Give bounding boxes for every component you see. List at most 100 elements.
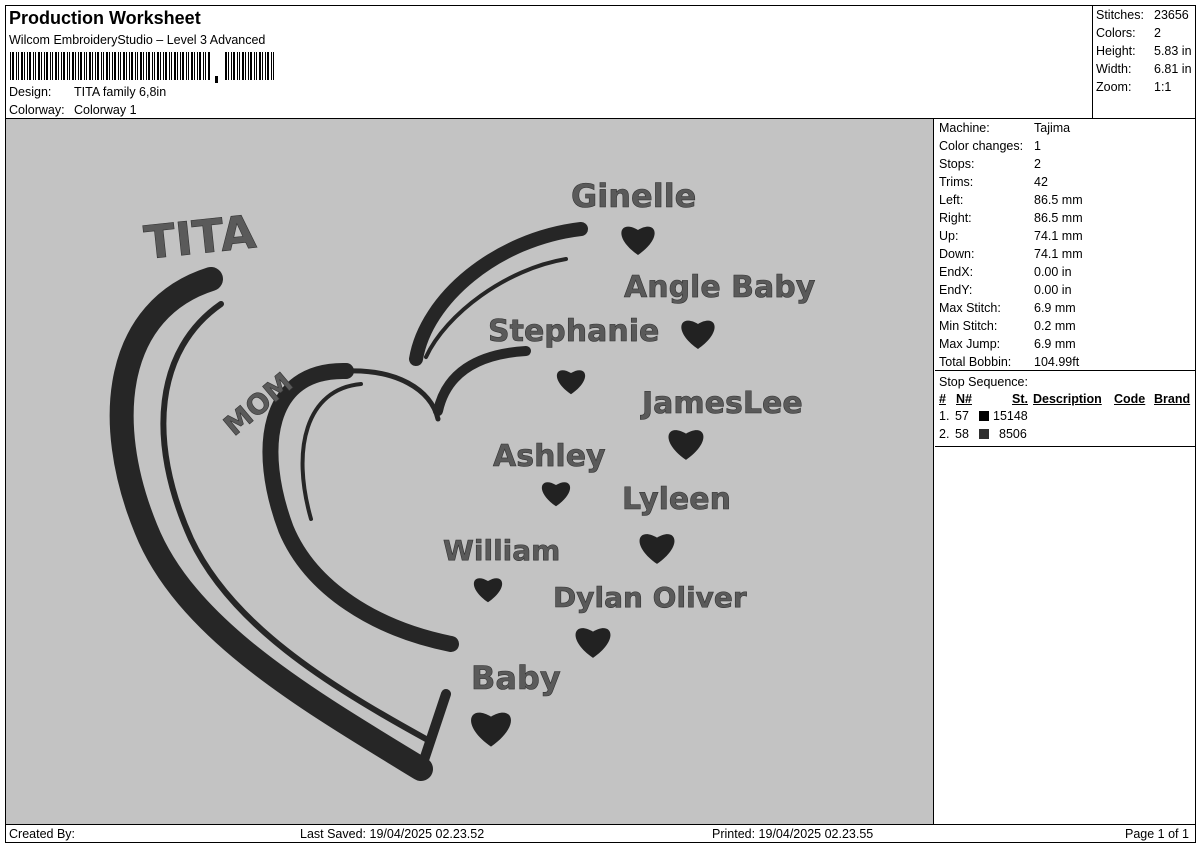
design-name-3: Stephanie [488, 314, 659, 349]
design-stats: Stitches: 23656 Colors: 2 Height: 5.83 in W… [1092, 6, 1197, 119]
stat-width: Width: 6.81 in [1096, 62, 1192, 76]
stat-zoom: Zoom: 1:1 [1096, 80, 1172, 94]
barcode-bar [137, 52, 138, 80]
barcode-bar [103, 52, 104, 80]
col-index: # [939, 392, 946, 406]
barcode-bar [80, 52, 82, 80]
stat-stitches: Stitches: 23656 [1096, 8, 1189, 22]
barcode-bar [109, 52, 110, 80]
barcode-bar [250, 52, 252, 80]
heart-icon [668, 430, 704, 460]
machine-row: EndX: 0.00 in [939, 265, 1072, 279]
barcode-bar [33, 52, 34, 80]
machine-row: Trims: 42 [939, 175, 1048, 189]
col-stitches: St. [1012, 392, 1028, 406]
heart-icon [556, 370, 586, 395]
colorway-label: Colorway: [9, 103, 65, 117]
barcode-bar [228, 52, 229, 80]
barcode-bar [97, 52, 99, 80]
worksheet-header: Production Worksheet Wilcom EmbroiderySt… [5, 5, 1197, 119]
barcode-bar [69, 52, 70, 80]
barcode-bar [118, 52, 119, 80]
barcode-bar [245, 52, 246, 80]
barcode-bar [95, 52, 96, 80]
stat-height: Height: 5.83 in [1096, 44, 1192, 58]
design-name-6: Lyleen [622, 482, 731, 517]
barcode-bar [239, 52, 240, 80]
heart-outer-stroke [109, 267, 433, 781]
barcode-bar [237, 52, 238, 80]
barcode-bar [169, 52, 170, 80]
barcode-bar [16, 52, 17, 80]
barcode-bar [67, 52, 68, 80]
design-name-2: Angle Baby [624, 270, 816, 305]
barcode-bar [84, 52, 85, 80]
heart-icon [621, 226, 655, 255]
heart-icon [639, 534, 675, 564]
color-swatch [979, 429, 989, 439]
heart-icon [473, 578, 503, 603]
barcode-bar [46, 52, 48, 80]
design-name-1: Ginelle [571, 177, 696, 215]
barcode-bar [225, 52, 227, 80]
col-needle: N# [956, 392, 972, 406]
design-preview: TITA MOM Ginelle Angle Baby Stephanie Ja… [6, 119, 934, 824]
barcode-bar [78, 52, 79, 80]
divider [935, 446, 1195, 447]
barcode-bar [157, 52, 159, 80]
barcode-bar [152, 52, 153, 80]
barcode-bar [191, 52, 193, 80]
barcode-bar [254, 52, 255, 80]
stop-sequence-title: Stop Sequence: [939, 375, 1028, 389]
barcode-bar [203, 52, 204, 80]
barcode-bar [171, 52, 172, 80]
barcode-bar [267, 52, 269, 80]
barcode-bar [265, 52, 266, 80]
barcode-bar [165, 52, 167, 80]
barcode-bar [208, 52, 210, 80]
worksheet-body: TITA MOM Ginelle Angle Baby Stephanie Ja… [5, 118, 1196, 825]
embroidery-design: TITA MOM Ginelle Angle Baby Stephanie Ja… [109, 177, 816, 781]
barcode-bar [148, 52, 150, 80]
barcode-bar [262, 52, 263, 80]
barcode-bar [41, 52, 42, 80]
barcode-bar [154, 52, 155, 80]
barcode-bar [248, 52, 249, 80]
worksheet-footer: Created By: Last Saved: 19/04/2025 02.23… [5, 825, 1196, 843]
barcode-bar [50, 52, 51, 80]
design-name-8: Dylan Oliver [553, 581, 747, 614]
machine-row: Total Bobbin: 104.99ft [939, 355, 1080, 369]
barcode-bar [101, 52, 102, 80]
barcode-bar [129, 52, 130, 80]
barcode-bar [160, 52, 161, 80]
design-row: Design: TITA family 6,8in [9, 85, 166, 99]
barcode-bar [131, 52, 133, 80]
barcode-bar [61, 52, 62, 80]
machine-row: Max Stitch: 6.9 mm [939, 301, 1076, 315]
barcode-bar [24, 52, 25, 80]
machine-row: Min Stitch: 0.2 mm [939, 319, 1076, 333]
barcode-bar [231, 52, 232, 80]
colorway-value: Colorway 1 [74, 103, 137, 117]
barcode-bar [199, 52, 201, 80]
divider [935, 370, 1195, 371]
stat-colors: Colors: 2 [1096, 26, 1161, 40]
barcode-bar [126, 52, 127, 80]
heart-inner-thin-stroke [300, 382, 363, 521]
header-info: Production Worksheet Wilcom EmbroiderySt… [6, 6, 1092, 119]
barcode-bar [177, 52, 178, 80]
design-name-9: Baby [471, 659, 561, 697]
barcode-bar [21, 52, 23, 80]
barcode-bar [58, 52, 59, 80]
barcode-bar [18, 52, 19, 80]
barcode-bar [72, 52, 74, 80]
barcode [10, 52, 274, 83]
barcode-comma [215, 76, 218, 83]
machine-row: Right: 86.5 mm [939, 211, 1083, 225]
barcode-bar [194, 52, 195, 80]
barcode-bar [256, 52, 257, 80]
page-number: Page 1 of 1 [1125, 827, 1189, 841]
barcode-bar [38, 52, 40, 80]
barcode-bar [106, 52, 108, 80]
barcode-bar [188, 52, 189, 80]
